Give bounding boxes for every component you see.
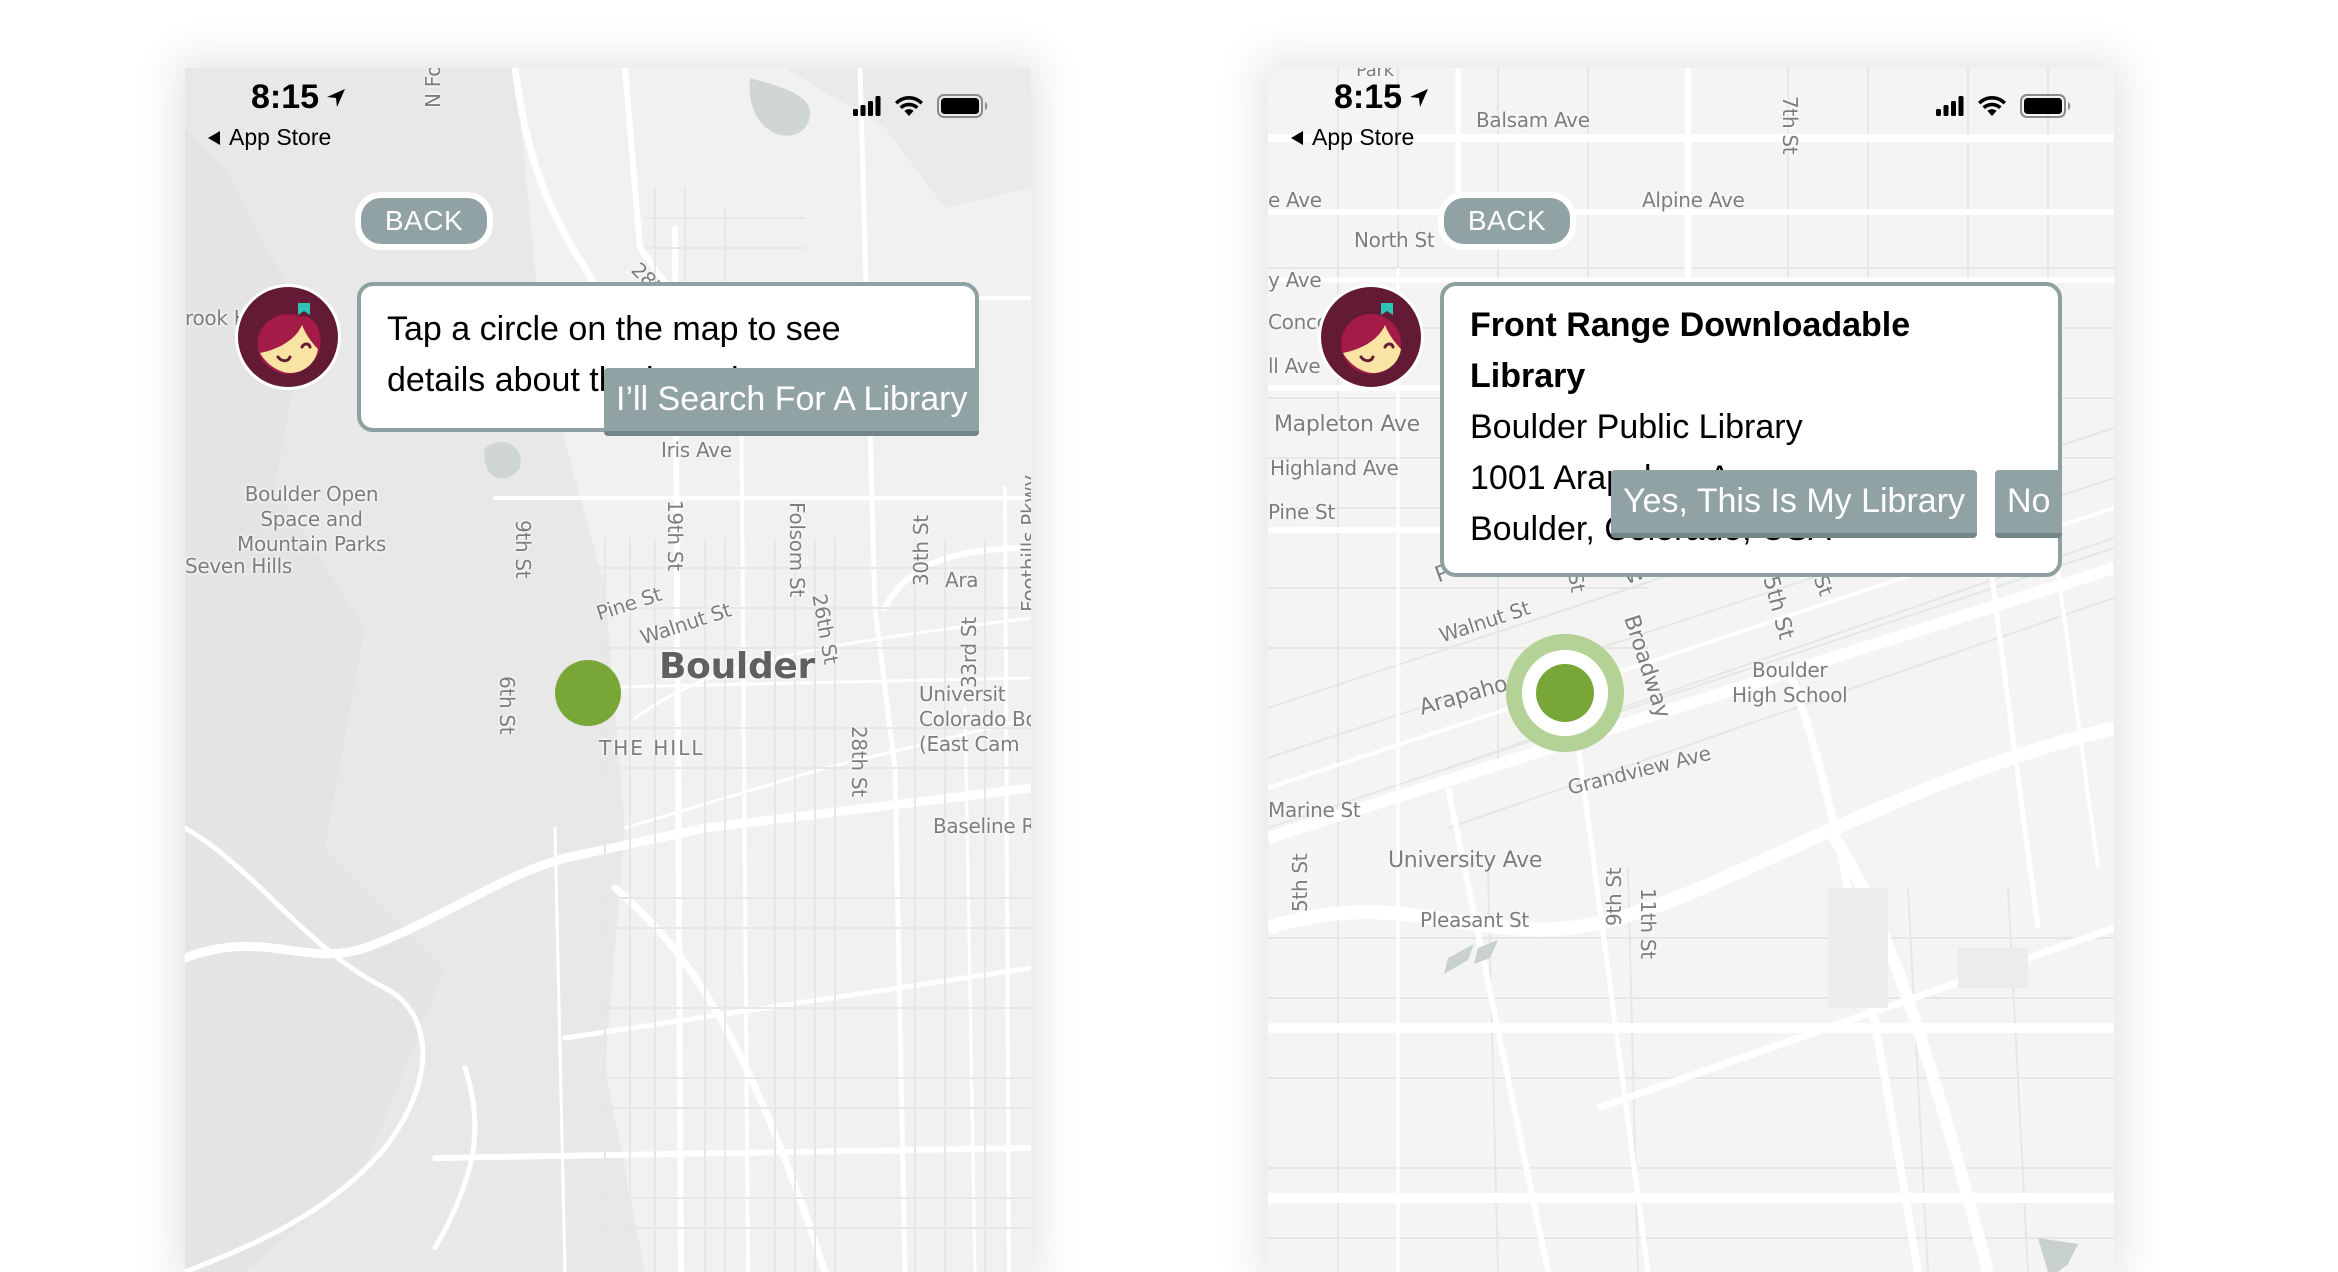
map-label: 19th St [663,500,687,571]
map-label: Seven Hills [185,554,293,578]
signal-icon [1936,96,1964,116]
map-label: Highland Ave [1270,456,1399,480]
branch-name: Boulder Public Library [1470,408,1803,446]
map-label: 9th St [1602,867,1626,926]
map-label: Iris Ave [661,438,732,462]
map-label: Marine St [1268,798,1361,822]
confirm-library-button[interactable]: Yes, This Is My Library [1611,470,1978,538]
map-label: 7th St [1778,96,1802,155]
phone-screen-left: N Fo 28th Jay Rd rook Hill Kalmia Ave Ir… [185,68,1031,1272]
status-bar-icons [853,94,989,118]
back-triangle-icon [1291,130,1303,145]
status-bar-time: 8:15 [1334,78,1430,117]
map-label: 30th St [909,515,933,586]
back-triangle-icon [208,130,220,145]
status-bar-icons [1936,94,2072,118]
library-system-name: Library [1470,357,1586,395]
reject-library-button[interactable]: No [1995,470,2063,538]
map-label: North St [1354,228,1435,252]
map-label: Pine St [1268,500,1335,524]
instruction-text-line: Tap a circle on the map to see [387,310,841,348]
libby-mascot-icon [238,287,338,387]
map-label: THE HILL [599,736,705,760]
map-label: 28th St [847,726,871,797]
map-label: Universit Colorado Bo (East Cam [919,682,1031,756]
signal-icon [853,96,881,116]
map-label: University Ave [1388,848,1543,873]
map-label: Pleasant St [1420,908,1529,932]
back-to-app-store-link[interactable]: App Store [207,124,331,151]
map-label: Alpine Ave [1642,188,1745,212]
map-label: 11th St [1636,888,1660,959]
map-label: 5th St [1288,853,1312,912]
location-arrow-icon [327,88,346,107]
map-label: Folsom St [785,502,809,597]
map-label: Foothills Pkwy [1017,475,1031,612]
map-label: 9th St [511,520,535,579]
library-location-marker[interactable] [555,660,621,726]
libby-mascot-icon [1321,287,1421,387]
map-label: N Fo [421,68,445,108]
libby-avatar [1318,284,1424,390]
status-bar-time: 8:15 [251,78,347,117]
back-to-app-store-link[interactable]: App Store [1290,124,1414,151]
map-label: 6th St [495,676,519,735]
search-for-library-button[interactable]: I’ll Search For A Library [604,368,980,436]
map-label: Boulder Open Space and Mountain Parks [237,482,386,556]
map-label: Balsam Ave [1476,108,1590,132]
map-label-city: Boulder [659,646,815,687]
battery-icon [937,94,988,118]
map-label: Mapleton Ave [1274,412,1420,437]
battery-icon [2020,94,2071,118]
back-button[interactable]: BACK [355,192,493,250]
wifi-icon [895,96,923,116]
map-label: ll Ave [1268,354,1321,378]
back-button[interactable]: BACK [1438,192,1576,250]
map-label: Baseline R [933,814,1031,838]
wifi-icon [1978,96,2006,116]
location-arrow-icon [1410,88,1429,107]
map-label: Ara [945,568,979,592]
library-system-name: Front Range Downloadable [1470,306,1911,344]
libby-avatar [235,284,341,390]
phone-screen-right: Park Balsam Ave 7th St e Ave Alpine Ave … [1268,68,2114,1272]
map-label: Boulder High School [1732,658,1848,707]
map-label: e Ave [1268,188,1322,212]
library-location-marker-selected[interactable] [1536,664,1594,722]
map-label: y Ave [1268,268,1322,292]
map-label: 33rd St [957,617,981,688]
